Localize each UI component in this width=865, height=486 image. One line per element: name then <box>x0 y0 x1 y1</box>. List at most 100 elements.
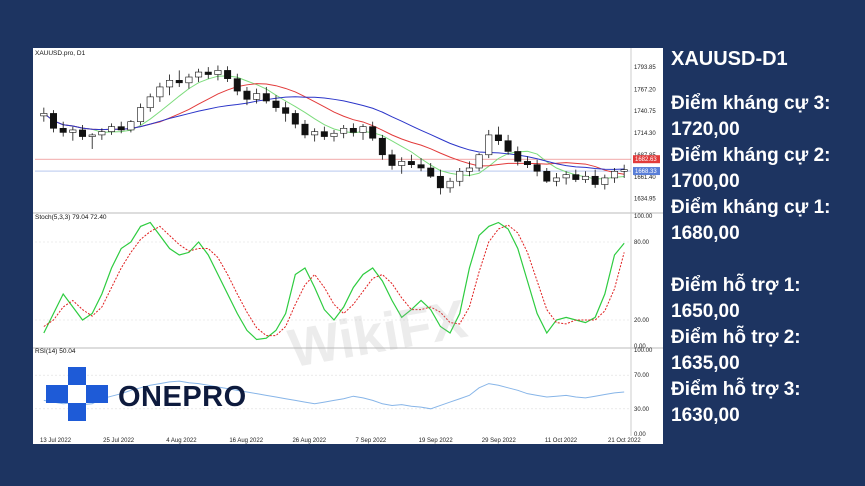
candle-body <box>581 175 589 180</box>
candle-body <box>359 126 367 133</box>
support-2: Điểm hỗ trợ 2: 1635,00 <box>671 325 865 377</box>
level-label: Điểm hỗ trợ 1: <box>671 275 801 296</box>
date-tick-label: 21 Oct 2022 <box>608 438 641 444</box>
candle-body <box>40 113 48 117</box>
candle-body <box>417 164 425 169</box>
rsi-tick-label: 30.00 <box>634 407 650 413</box>
price-tick-label: 1661.40 <box>634 175 656 181</box>
candle-body <box>175 80 183 84</box>
candle-body <box>156 86 164 98</box>
candle-body <box>117 126 125 131</box>
candle-body <box>301 123 309 136</box>
candle-body <box>407 161 415 165</box>
candle-body <box>562 174 570 179</box>
candle-body <box>485 134 493 156</box>
level-value: 1630,00 <box>671 405 740 426</box>
info-title: XAUUSD-D1 <box>671 48 788 70</box>
candle-body <box>601 177 609 185</box>
candle-body <box>272 100 280 108</box>
candle-body <box>282 107 290 114</box>
stoch-tick-label: 80.00 <box>634 240 650 246</box>
candle-body <box>620 169 628 172</box>
date-tick-label: 4 Aug 2022 <box>166 438 197 444</box>
candle-body <box>253 93 261 100</box>
price-marker-label: 1668.33 <box>635 169 657 175</box>
date-tick-label: 25 Jul 2022 <box>103 438 135 444</box>
candle-body <box>349 127 357 133</box>
candle-body <box>436 175 444 189</box>
rsi-tick-label: 100.00 <box>634 348 653 354</box>
candle-body <box>446 180 454 189</box>
level-value: 1680,00 <box>671 223 740 244</box>
rsi-tick-label: 70.00 <box>634 373 650 379</box>
candle-body <box>475 154 483 169</box>
price-tick-label: 1767.20 <box>634 87 656 93</box>
stoch-tick-label: 20.00 <box>634 318 650 324</box>
candle-body <box>369 126 377 139</box>
price-tick-label: 1740.75 <box>634 109 656 115</box>
candle-body <box>552 177 560 182</box>
candle-body <box>146 96 154 108</box>
candle-body <box>79 129 87 137</box>
candle-body <box>108 126 116 132</box>
candle-body <box>311 131 319 136</box>
support-3: Điểm hỗ trợ 3: 1630,00 <box>671 377 865 429</box>
date-tick-label: 7 Sep 2022 <box>356 438 387 444</box>
candle-body <box>398 161 406 166</box>
level-label: Điểm kháng cự 3: <box>671 93 831 114</box>
date-tick-label: 11 Oct 2022 <box>545 438 578 444</box>
candle-body <box>233 78 241 92</box>
date-tick-label: 19 Sep 2022 <box>419 438 454 444</box>
candle-body <box>427 167 435 177</box>
candle-body <box>88 134 96 137</box>
candle-body <box>543 171 551 182</box>
logo-mark-icon <box>46 367 108 421</box>
price-tick-label: 1793.85 <box>634 65 656 71</box>
candle-body <box>378 137 386 156</box>
candle-body <box>504 140 512 152</box>
logo-text: ONEPRO <box>118 381 247 413</box>
candle-body <box>523 161 531 165</box>
candle-body <box>533 164 541 172</box>
date-tick-label: 26 Aug 2022 <box>292 438 326 444</box>
candle-body <box>610 171 618 179</box>
date-tick-label: 13 Jul 2022 <box>40 438 72 444</box>
candle-body <box>166 80 174 88</box>
level-value: 1650,00 <box>671 301 740 322</box>
onepro-logo: ONEPRO <box>46 367 256 421</box>
resistance-1: Điểm kháng cự 1: 1680,00 <box>671 195 865 247</box>
candle-body <box>243 90 251 100</box>
level-label: Điểm kháng cự 1: <box>671 197 831 218</box>
price-marker-label: 1682.63 <box>635 157 657 163</box>
candle-body <box>465 167 473 172</box>
resistance-3: Điểm kháng cự 3: 1720,00 <box>671 91 865 143</box>
candle-body <box>137 107 145 122</box>
candle-body <box>340 127 348 134</box>
level-value: 1720,00 <box>671 119 740 140</box>
candle-body <box>224 70 232 79</box>
candle-body <box>185 76 193 84</box>
level-label: Điểm kháng cự 2: <box>671 145 831 166</box>
date-tick-label: 16 Aug 2022 <box>229 438 263 444</box>
candle-body <box>388 154 396 166</box>
date-tick-label: 29 Sep 2022 <box>482 438 517 444</box>
symbol-label: XAUUSD.pro, D1 <box>35 50 86 57</box>
candle-body <box>262 93 270 102</box>
price-tick-label: 1634.95 <box>634 197 656 203</box>
stoch-tick-label: 100.00 <box>634 214 653 220</box>
rsi-label: RSI(14) 50.04 <box>35 348 76 355</box>
candle-body <box>59 127 67 133</box>
candle-body <box>50 113 57 129</box>
candle-body <box>291 113 299 125</box>
candle-body <box>69 129 77 133</box>
candle-body <box>494 134 502 142</box>
level-value: 1700,00 <box>671 171 740 192</box>
level-value: 1635,00 <box>671 353 740 374</box>
price-tick-label: 1714.30 <box>634 131 656 137</box>
candle-body <box>214 70 222 75</box>
info-panel: XAUUSD-D1 Điểm kháng cự 3: 1720,00 Điểm … <box>671 46 865 429</box>
candle-body <box>204 71 212 75</box>
candle-body <box>514 151 522 162</box>
resistance-2: Điểm kháng cự 2: 1700,00 <box>671 143 865 195</box>
